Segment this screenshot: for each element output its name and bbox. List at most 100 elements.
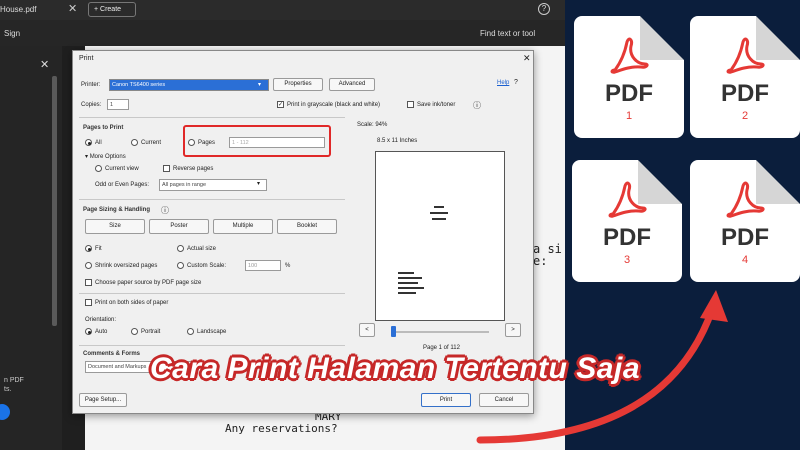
both-sides-label: Print on both sides of paper [95,300,169,306]
chevron-down-icon[interactable]: ▾ [258,81,261,88]
pages-radio[interactable] [188,139,195,146]
cancel-button[interactable]: Cancel [479,393,529,407]
acrobat-icon [610,37,649,74]
current-view-label: Current view [105,166,139,172]
pdf-file-icon-1: PDF 1 [574,16,684,138]
help-link[interactable]: Help [497,80,509,86]
divider [79,293,345,294]
copies-input[interactable]: 1 [107,99,129,110]
help-icon[interactable]: ? [538,3,550,15]
pdf-label: PDF [603,224,651,251]
page-slider-track[interactable] [393,331,489,333]
page-slider-thumb[interactable] [391,326,396,337]
pdf-file-icon-4: PDF 4 [690,160,800,282]
grayscale-label: Print in grayscale (black and white) [287,102,381,108]
portrait-label: Portrait [141,329,161,335]
current-label: Current [141,140,162,146]
all-label: All [95,140,102,146]
acrobat-icon [726,37,765,74]
create-button[interactable]: + Create [88,2,136,17]
fit-radio[interactable] [85,245,92,252]
document-text-fragment: e: [533,254,548,268]
odd-even-select[interactable]: All pages in range [159,179,267,191]
caption-title: Cara Print Halaman Tertentu Saja [149,352,641,385]
actual-size-radio[interactable] [177,245,184,252]
paper-source-label: Choose paper source by PDF page size [95,280,202,286]
pdf-label: PDF [721,80,769,107]
pdf-file-icon-2: PDF 2 [690,16,800,138]
pdf-number: 2 [741,110,749,122]
advanced-button[interactable]: Advanced [329,78,375,91]
info-icon: ⓘ [473,101,481,110]
close-tab-icon[interactable]: ✕ [68,2,77,15]
properties-button[interactable]: Properties [273,78,323,91]
fit-label: Fit [95,246,102,252]
dialog-title: Print [79,55,94,62]
help-icon[interactable]: ? [514,79,518,86]
pdf-number: 1 [625,110,633,122]
pdf-number: 4 [741,254,749,266]
both-sides-checkbox[interactable] [85,299,92,306]
dialog-close-icon[interactable]: ✕ [523,53,531,64]
printer-select[interactable]: Canon TS6400 series [109,79,269,91]
reverse-pages-checkbox[interactable] [163,165,170,172]
percent-symbol: % [285,263,291,269]
sign-tool[interactable]: Sign [4,29,20,38]
pdf-label: PDF [721,224,769,251]
left-side-panel: ✕ n PDF ts. [0,46,62,450]
panel-close-icon[interactable]: ✕ [40,58,49,71]
divider [79,117,345,118]
app-toolbar: Sign Find text or tool [0,20,565,46]
acrobat-icon [608,181,647,218]
print-preview-page [375,151,505,321]
auto-radio[interactable] [85,328,92,335]
copies-label: Copies: [81,102,102,108]
actual-size-label: Actual size [187,246,217,252]
landscape-radio[interactable] [187,328,194,335]
shrink-label: Shrink oversized pages [95,263,158,269]
shrink-radio[interactable] [85,262,92,269]
more-options-toggle[interactable]: ▾ More Options [85,153,126,160]
custom-scale-label: Custom Scale: [187,263,227,269]
divider [79,345,345,346]
document-tab[interactable]: House.pdf [0,5,36,14]
size-button[interactable]: Size [85,219,145,234]
more-options-label: More Options [89,154,126,160]
print-button[interactable]: Print [421,393,471,407]
acrobat-icon [726,181,765,218]
multiple-button[interactable]: Multiple [213,219,273,234]
booklet-button[interactable]: Booklet [277,219,337,234]
document-dialogue: Any reservations? [225,422,338,435]
pdf-file-icon-3: PDF 3 [572,160,682,282]
divider [79,199,345,200]
grayscale-checkbox[interactable]: ✓ [277,101,284,108]
find-tool[interactable]: Find text or tool [480,29,535,38]
current-view-radio[interactable] [95,165,102,172]
current-radio[interactable] [131,139,138,146]
portrait-radio[interactable] [131,328,138,335]
paper-source-checkbox[interactable] [85,279,92,286]
page-sizing-title: Page Sizing & Handling [83,207,151,213]
pdf-number: 3 [623,254,631,266]
printer-label: Printer: [81,82,101,88]
all-radio[interactable] [85,139,92,146]
prev-page-button[interactable]: < [359,323,375,337]
orientation-label: Orientation: [85,317,117,323]
pages-label: Pages [198,140,216,146]
poster-button[interactable]: Poster [149,219,209,234]
pdf-label: PDF [605,80,653,107]
scrollbar[interactable] [52,76,57,326]
auto-label: Auto [95,329,108,335]
custom-scale-input[interactable]: 100 [245,260,281,271]
save-ink-checkbox[interactable] [407,101,414,108]
page-setup-button[interactable]: Page Setup... [79,393,127,407]
next-page-button[interactable]: > [505,323,521,337]
pages-range-input[interactable]: 1 - 112 [229,137,325,148]
odd-even-label: Odd or Even Pages: [95,182,150,188]
action-button[interactable] [0,404,10,420]
custom-scale-radio[interactable] [177,262,184,269]
scale-readout: Scale: 94% [357,122,388,128]
landscape-label: Landscape [197,329,227,335]
chevron-down-icon[interactable]: ▾ [257,180,260,187]
save-ink-label: Save ink/toner [417,102,456,108]
